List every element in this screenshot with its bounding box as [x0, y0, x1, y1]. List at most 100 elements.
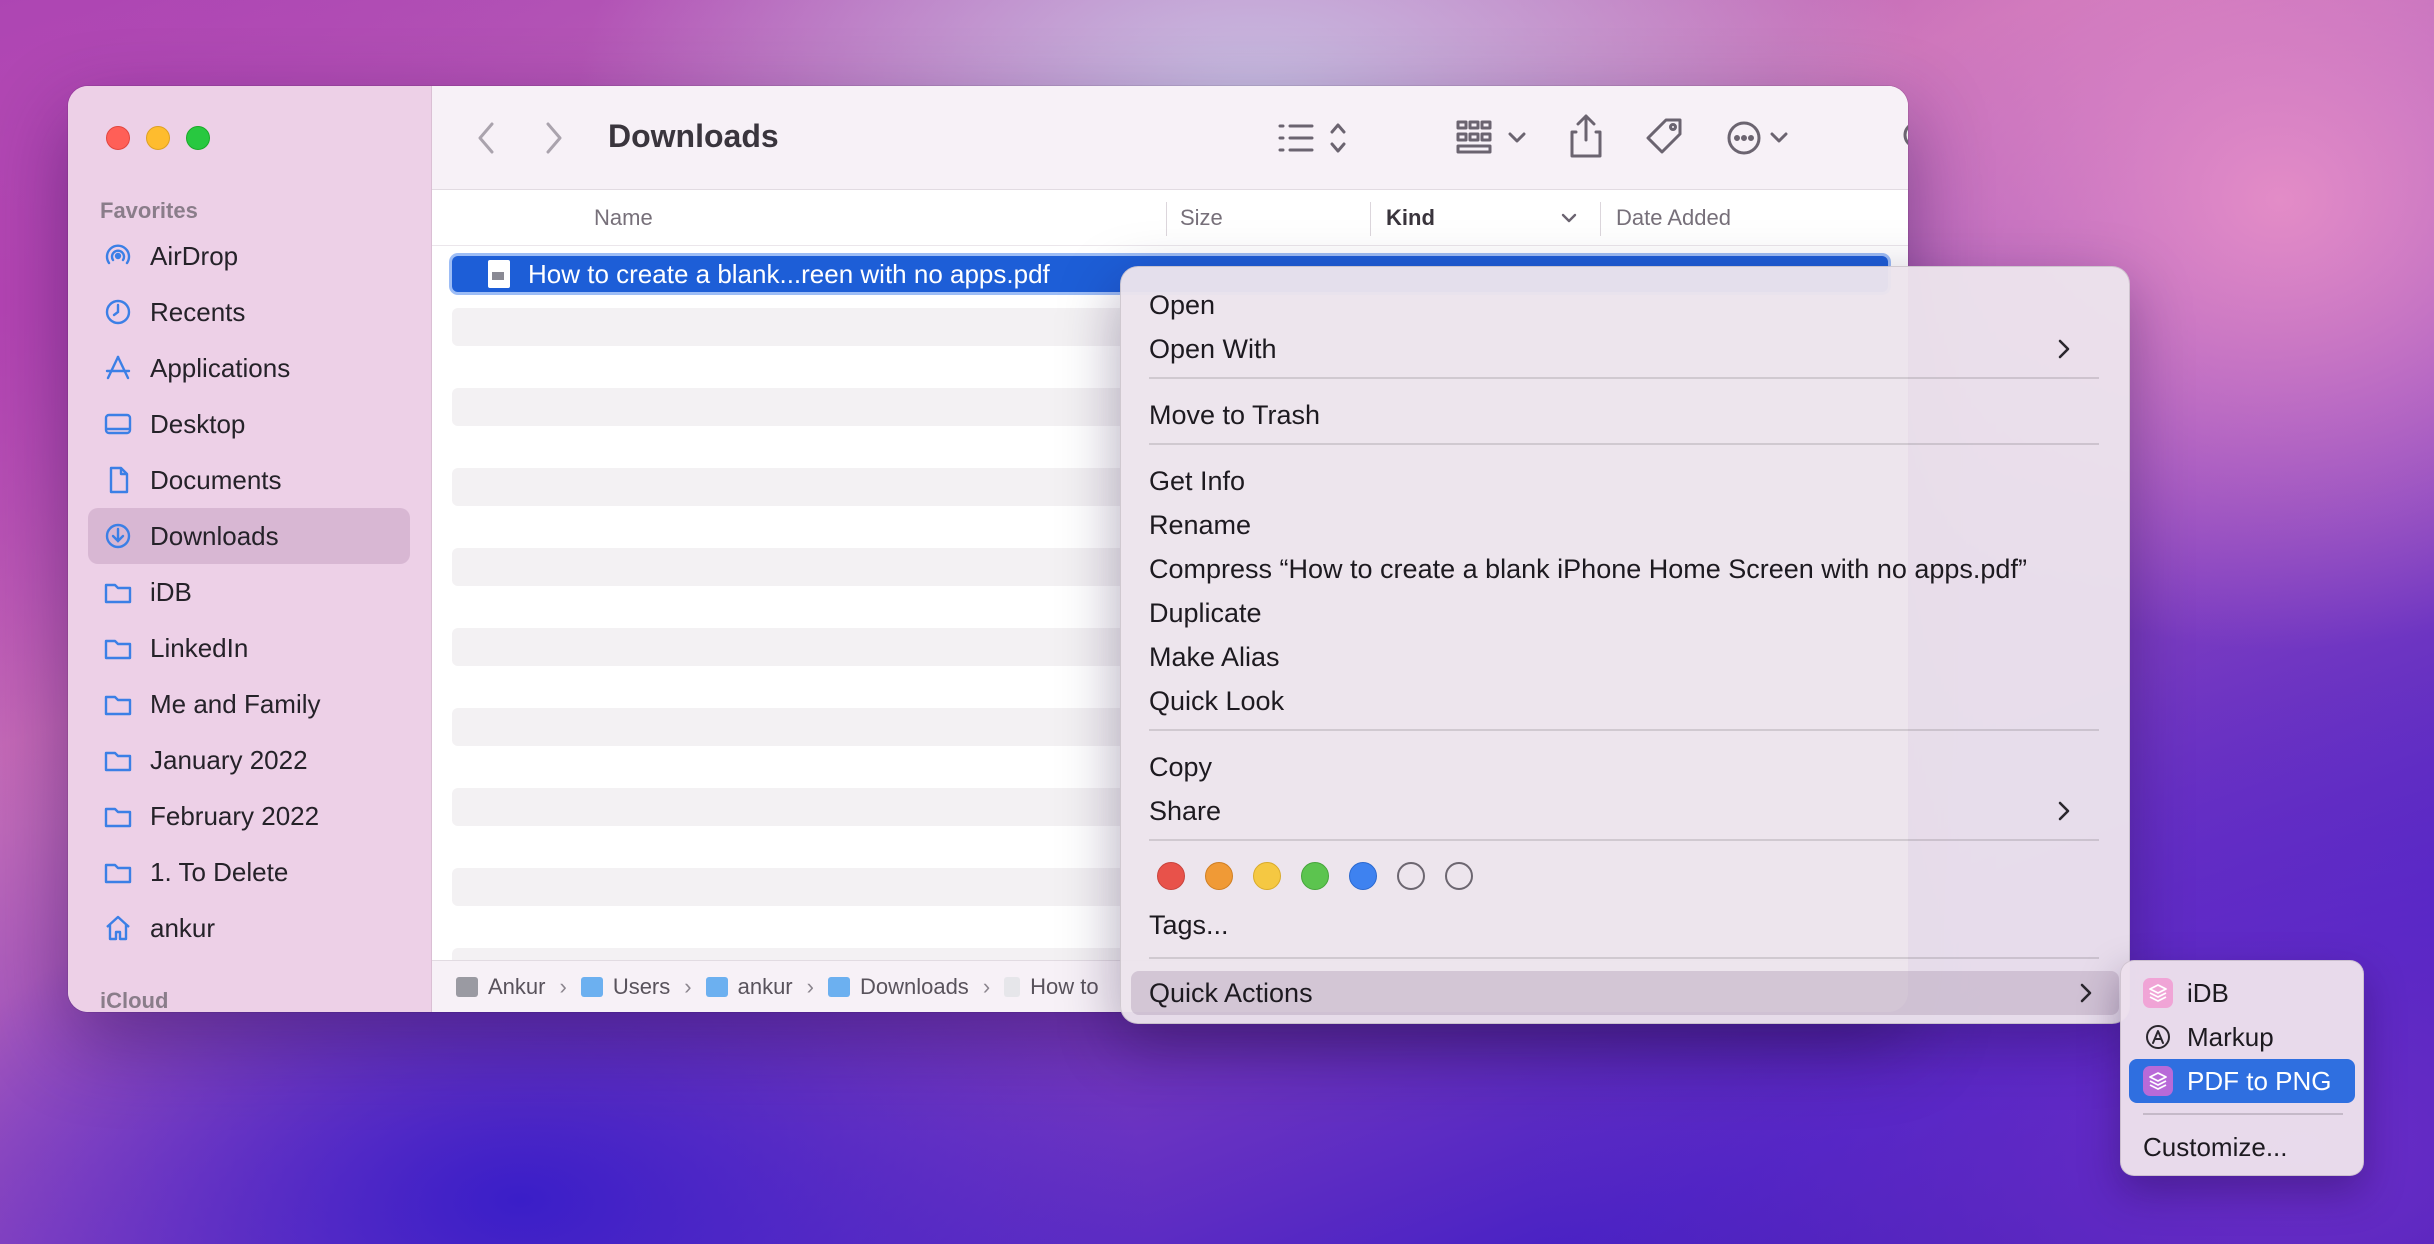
close-window-button[interactable]	[106, 126, 130, 150]
sidebar-item-label: Documents	[150, 464, 282, 495]
sidebar-item-label: LinkedIn	[150, 632, 249, 663]
tags-button[interactable]	[1642, 114, 1688, 160]
disk-icon	[456, 976, 478, 997]
pdf-file-icon	[488, 260, 510, 288]
menu-item-share[interactable]: Share	[1149, 789, 2097, 833]
path-item-ankur-home[interactable]: ankur	[705, 974, 793, 1000]
menu-separator	[1149, 377, 2099, 379]
chevron-right-icon	[2058, 339, 2070, 359]
window-title: Downloads	[608, 118, 779, 154]
sidebar-item-label: Downloads	[150, 520, 279, 551]
path-separator: ›	[559, 973, 567, 999]
home-folder-icon	[705, 976, 728, 997]
menu-item-tags[interactable]: Tags...	[1149, 903, 2097, 947]
sidebar-item-downloads[interactable]: Downloads	[88, 508, 410, 564]
sort-chevron-icon	[1561, 213, 1577, 223]
submenu-separator	[2143, 1113, 2343, 1115]
chevron-right-icon	[2080, 983, 2092, 1003]
sidebar-item-label: 1. To Delete	[150, 856, 289, 887]
share-button[interactable]	[1564, 110, 1608, 162]
applications-icon	[102, 352, 134, 384]
menu-item-open-with[interactable]: Open With	[1149, 327, 2097, 371]
sidebar-item-ankur[interactable]: ankur	[88, 900, 410, 956]
sidebar-item-documents[interactable]: Documents	[88, 452, 410, 508]
shortcut-icon	[2143, 978, 2173, 1008]
sidebar-item-label: ankur	[150, 912, 216, 943]
view-options-button[interactable]	[1274, 116, 1350, 160]
desktop-icon	[102, 408, 134, 440]
menu-item-open[interactable]: Open	[1149, 283, 2097, 327]
sidebar-item-label: AirDrop	[150, 240, 239, 271]
menu-item-duplicate[interactable]: Duplicate	[1149, 591, 2097, 635]
menu-item-make-alias[interactable]: Make Alias	[1149, 635, 2097, 679]
column-kind[interactable]: Kind	[1386, 190, 1435, 246]
path-item-ankur[interactable]: Ankur	[456, 974, 545, 1000]
menu-separator	[1149, 443, 2099, 445]
column-date-added[interactable]: Date Added	[1616, 190, 1731, 246]
column-header: Name Size Kind Date Added	[432, 190, 1908, 246]
maximize-window-button[interactable]	[186, 126, 210, 150]
sidebar-item-linkedin[interactable]: LinkedIn	[88, 620, 410, 676]
menu-item-rename[interactable]: Rename	[1149, 503, 2097, 547]
sidebar-item-me-and-family[interactable]: Me and Family	[88, 676, 410, 732]
sidebar-item-january-2022[interactable]: January 2022	[88, 732, 410, 788]
share-icon	[1570, 114, 1602, 158]
folder-icon	[102, 856, 134, 888]
chevron-left-icon	[478, 122, 494, 154]
sidebar-item-label: Recents	[150, 296, 246, 327]
folder-icon	[102, 576, 134, 608]
menu-item-copy[interactable]: Copy	[1149, 745, 2097, 789]
tag-green[interactable]	[1301, 862, 1329, 890]
folder-icon	[102, 800, 134, 832]
path-item-downloads[interactable]: Downloads	[827, 974, 969, 1000]
document-icon	[102, 464, 134, 496]
search-icon	[1903, 124, 1908, 146]
submenu-item-pdf-to-png[interactable]: PDF to PNG	[2129, 1059, 2355, 1103]
menu-separator	[1149, 729, 2099, 731]
search-button[interactable]	[1898, 116, 1908, 160]
menu-item-quick-look[interactable]: Quick Look	[1149, 679, 2097, 723]
sidebar: Favorites AirDrop Recents Applications D…	[68, 86, 432, 1012]
menu-item-get-info[interactable]: Get Info	[1149, 459, 2097, 503]
sidebar-item-recents[interactable]: Recents	[88, 284, 410, 340]
path-separator: ›	[684, 973, 692, 999]
column-name[interactable]: Name	[594, 190, 653, 246]
sidebar-item-idb[interactable]: iDB	[88, 564, 410, 620]
submenu-item-idb[interactable]: iDB	[2129, 971, 2355, 1015]
submenu-item-customize[interactable]: Customize...	[2129, 1125, 2355, 1169]
favorites-header: Favorites	[100, 198, 198, 223]
path-separator: ›	[806, 973, 814, 999]
menu-item-compress[interactable]: Compress “How to create a blank iPhone H…	[1149, 547, 2097, 591]
tag-none-2[interactable]	[1445, 862, 1473, 890]
clock-icon	[102, 296, 134, 328]
tag-none-1[interactable]	[1397, 862, 1425, 890]
sidebar-item-to-delete[interactable]: 1. To Delete	[88, 844, 410, 900]
sidebar-item-applications[interactable]: Applications	[88, 340, 410, 396]
sidebar-item-desktop[interactable]: Desktop	[88, 396, 410, 452]
tag-orange[interactable]	[1205, 862, 1233, 890]
path-item-file[interactable]: How to	[1004, 974, 1099, 1000]
group-button[interactable]	[1454, 116, 1534, 160]
back-button[interactable]	[472, 120, 500, 156]
column-size[interactable]: Size	[1180, 190, 1223, 246]
path-item-users[interactable]: Users	[580, 974, 670, 1000]
menu-item-move-to-trash[interactable]: Move to Trash	[1149, 393, 2097, 437]
tag-red[interactable]	[1157, 862, 1185, 890]
more-actions-button[interactable]	[1722, 116, 1802, 160]
markup-icon	[2143, 1022, 2173, 1052]
minimize-window-button[interactable]	[146, 126, 170, 150]
home-icon	[102, 912, 134, 944]
sidebar-item-airdrop[interactable]: AirDrop	[88, 228, 410, 284]
folder-icon	[102, 632, 134, 664]
downloads-folder-icon	[827, 976, 850, 997]
forward-button[interactable]	[540, 120, 568, 156]
sidebar-item-february-2022[interactable]: February 2022	[88, 788, 410, 844]
tag-blue[interactable]	[1349, 862, 1377, 890]
submenu-item-markup[interactable]: Markup	[2129, 1015, 2355, 1059]
shortcut-icon	[2143, 1066, 2173, 1096]
tag-yellow[interactable]	[1253, 862, 1281, 890]
tag-icon	[1646, 118, 1682, 154]
folder-icon	[102, 744, 134, 776]
folder-icon	[580, 976, 603, 997]
menu-item-quick-actions[interactable]: Quick Actions	[1131, 971, 2119, 1015]
